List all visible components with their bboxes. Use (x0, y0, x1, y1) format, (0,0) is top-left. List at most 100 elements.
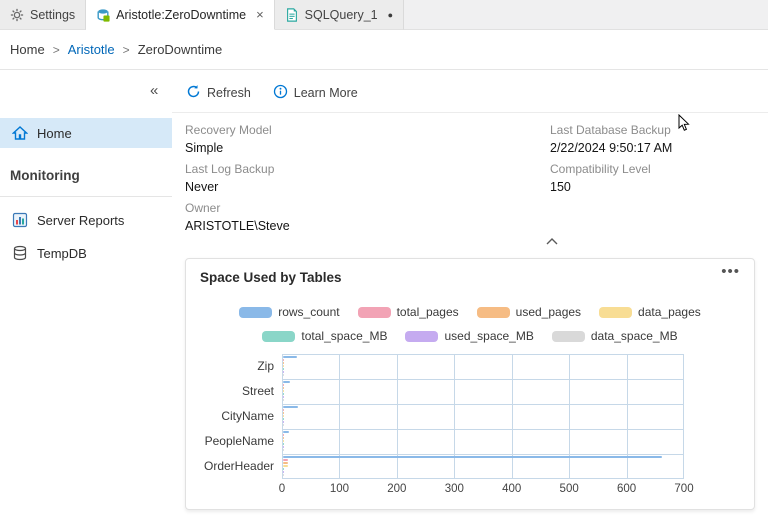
tab-aristotle-zerodowntime[interactable]: Aristotle:ZeroDowntime × (86, 0, 275, 30)
editor-tab-bar: Settings Aristotle:ZeroDowntime × SQLQue… (0, 0, 768, 30)
breadcrumb-separator: > (52, 42, 60, 57)
gridline-vertical (339, 354, 341, 479)
card-title: Space Used by Tables (200, 270, 342, 285)
chart-legend-row-2: total_space_MB used_space_MB data_space_MB (186, 329, 754, 343)
tab-sqlquery-1[interactable]: SQLQuery_1 ● (274, 0, 405, 30)
gear-icon (10, 8, 24, 22)
legend-item-used_space_MB[interactable]: used_space_MB (405, 329, 534, 343)
property-value: Never (185, 180, 219, 194)
report-chart-icon (12, 212, 28, 228)
tab-settings[interactable]: Settings (0, 0, 87, 30)
bar-total_pages-CityName (283, 409, 285, 411)
gridline-horizontal (282, 379, 684, 380)
gridline-vertical (396, 354, 398, 479)
gridline-vertical (454, 354, 456, 479)
legend-item-data_space_MB[interactable]: data_space_MB (551, 329, 678, 343)
refresh-label: Refresh (207, 86, 251, 100)
space-used-chart: Zip Street CityName PeopleName OrderHeader 0… (186, 354, 756, 504)
dashboard-icon (96, 8, 110, 22)
gridline-horizontal (282, 454, 684, 455)
gridline-horizontal (282, 354, 684, 355)
properties-collapse-chevron-icon[interactable] (546, 232, 558, 250)
legend-label: used_space_MB (444, 329, 534, 343)
bar-data_pages-CityName (283, 415, 284, 417)
dashboard-toolbar: Refresh Learn More (186, 84, 358, 102)
sidebar-item-server-reports[interactable]: Server Reports (0, 205, 172, 235)
chart-x-axis-labels: 0 100 200 300 400 500 600 700 (279, 483, 694, 499)
bar-data_space_MB-PeopleName (283, 449, 284, 451)
property-label: Owner (185, 201, 221, 215)
legend-swatch (357, 306, 391, 318)
y-axis-label-CityName: CityName (221, 409, 274, 423)
bar-total_pages-OrderHeader (283, 459, 289, 461)
x-tick-label: 700 (674, 483, 694, 495)
bar-total_space_MB-PeopleName (283, 443, 284, 445)
sidebar-item-tempdb[interactable]: TempDB (0, 238, 172, 268)
unsaved-dot-icon[interactable]: ● (388, 10, 393, 20)
tab-bar-filler (404, 0, 768, 30)
x-tick-label: 600 (616, 483, 637, 495)
bar-used_space_MB-Street (283, 396, 284, 398)
breadcrumb-aristotle[interactable]: Aristotle (68, 42, 115, 57)
y-axis-label-Zip: Zip (257, 359, 274, 373)
home-icon (12, 125, 28, 141)
gridline-horizontal (282, 478, 684, 479)
legend-swatch (599, 306, 633, 318)
gridline-horizontal (282, 429, 684, 430)
close-icon[interactable]: × (256, 7, 264, 22)
refresh-icon (186, 84, 201, 102)
properties-right-column: Last Database Backup 2/22/2024 9:50:17 A… (550, 121, 672, 196)
bar-used_pages-Street (283, 387, 284, 389)
chart-legend-row-1: rows_count total_pages used_pages data_page… (186, 305, 754, 319)
breadcrumb-zerodowntime[interactable]: ZeroDowntime (138, 42, 223, 57)
tab-label: SQLQuery_1 (304, 7, 378, 22)
legend-label: total_pages (396, 305, 459, 319)
x-tick-label: 200 (387, 483, 407, 495)
sidebar-divider (0, 196, 172, 197)
bar-used_space_MB-PeopleName (283, 446, 284, 448)
sql-file-icon (285, 7, 299, 22)
learn-more-button[interactable]: Learn More (273, 84, 358, 102)
info-icon (273, 84, 288, 102)
bar-data_pages-Zip (283, 365, 284, 367)
x-tick-label: 100 (329, 483, 350, 495)
legend-label: rows_count (278, 305, 340, 319)
legend-item-total_space_MB[interactable]: total_space_MB (262, 329, 387, 343)
bar-data_pages-OrderHeader (283, 465, 288, 467)
legend-swatch (476, 306, 510, 318)
legend-item-total_pages[interactable]: total_pages (357, 305, 459, 319)
database-icon (12, 245, 28, 261)
space-used-by-tables-card: Space Used by Tables ••• rows_counttotal… (185, 258, 755, 510)
bar-total_space_MB-OrderHeader (283, 468, 284, 470)
gridline-horizontal (282, 404, 684, 405)
bar-rows_count-OrderHeader (283, 456, 663, 458)
toolbar-divider (172, 112, 768, 113)
tab-label: Aristotle:ZeroDowntime (116, 7, 247, 22)
breadcrumb: Home > Aristotle > ZeroDowntime (0, 30, 768, 70)
refresh-button[interactable]: Refresh (186, 84, 251, 102)
bar-total_pages-Zip (283, 359, 285, 361)
sidebar-item-home[interactable]: Home (0, 118, 172, 148)
legend-swatch (262, 330, 296, 342)
legend-swatch (239, 306, 273, 318)
legend-swatch (405, 330, 439, 342)
property-value: 150 (550, 180, 571, 194)
learn-more-label: Learn More (293, 86, 358, 100)
legend-item-data_pages[interactable]: data_pages (599, 305, 701, 319)
sidebar-collapse-button[interactable]: « (150, 82, 158, 99)
bar-data_space_MB-Street (283, 399, 284, 401)
x-tick-label: 500 (559, 483, 579, 495)
bar-rows_count-Zip (283, 356, 297, 358)
gridline-vertical (569, 354, 571, 479)
bar-total_space_MB-Zip (283, 368, 284, 370)
legend-label: data_pages (638, 305, 701, 319)
legend-item-rows_count[interactable]: rows_count (239, 305, 340, 319)
bar-total_space_MB-CityName (283, 418, 284, 420)
legend-item-used_pages[interactable]: used_pages (476, 305, 581, 319)
property-value: Simple (185, 141, 224, 155)
breadcrumb-separator: > (122, 42, 130, 57)
bar-used_space_MB-Zip (283, 371, 284, 373)
breadcrumb-home[interactable]: Home (10, 42, 45, 57)
card-menu-button[interactable]: ••• (721, 263, 740, 280)
sidebar-item-label: Server Reports (37, 212, 125, 228)
